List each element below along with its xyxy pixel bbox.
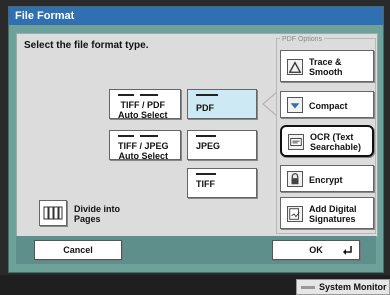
trace-line2: Smooth <box>309 67 343 77</box>
trace-line1: Trace & <box>309 57 342 67</box>
jpeg-button[interactable]: JPEG <box>187 130 257 160</box>
tiff-pdf-label-line2: Auto Select <box>118 110 168 120</box>
tiff-jpeg-label-line2: Auto Select <box>118 151 169 161</box>
jpeg-label: JPEG <box>196 141 221 151</box>
options-pointer-icon <box>262 92 277 116</box>
add-digital-signatures-button[interactable]: Add Digital Signatures <box>280 197 374 229</box>
pdf-strip-icon <box>196 94 236 98</box>
file-format-dialog: File Format Select the file format type.… <box>8 6 384 273</box>
cancel-button[interactable]: Cancel <box>34 240 122 260</box>
divide-line1: Divide into <box>74 204 121 214</box>
compact-label: Compact <box>309 101 348 111</box>
trace-smooth-icon <box>287 59 303 75</box>
signature-line2: Signatures <box>309 214 356 224</box>
ocr-line2: Searchable) <box>310 142 362 152</box>
tiff-strip-icon <box>196 173 236 177</box>
tiff-jpeg-label-line1: TIFF / JPEG <box>118 141 169 151</box>
divide-into-pages-button[interactable] <box>39 200 67 226</box>
encrypt-icon <box>287 171 303 187</box>
tiff-pdf-auto-select-button[interactable]: TIFF / PDF Auto Select <box>109 89 181 120</box>
content-panel: Select the file format type. TIFF / PDF … <box>16 33 378 237</box>
format-strip-icon <box>118 135 158 139</box>
tiff-pdf-label-line1: TIFF / PDF <box>120 100 166 110</box>
system-monitor-button[interactable]: System Monitor <box>296 279 390 295</box>
divide-into-pages-label: Divide into Pages <box>74 204 120 224</box>
compact-button[interactable]: Compact <box>280 91 374 118</box>
format-strip-icon <box>118 94 158 98</box>
pdf-button[interactable]: PDF <box>187 89 257 119</box>
signature-line1: Add Digital <box>309 204 357 214</box>
encrypt-label: Encrypt <box>309 175 343 185</box>
divide-pages-icon <box>43 206 63 220</box>
encrypt-button[interactable]: Encrypt <box>280 165 374 192</box>
pdf-label: PDF <box>196 103 214 113</box>
dialog-title: File Format <box>9 7 383 25</box>
tiff-label: TIFF <box>196 179 215 189</box>
trace-smooth-button[interactable]: Trace & Smooth <box>280 50 374 82</box>
ocr-icon <box>288 134 304 150</box>
pdf-options-title: PDF Options <box>280 36 325 43</box>
instruction-text: Select the file format type. <box>24 40 149 51</box>
tiff-button[interactable]: TIFF <box>187 168 257 198</box>
ok-button[interactable]: OK <box>272 240 360 260</box>
enter-icon <box>343 246 352 255</box>
divide-line2: Pages <box>74 214 101 224</box>
digital-signature-icon <box>287 206 303 222</box>
ocr-text-searchable-button[interactable]: OCR (Text Searchable) <box>280 125 374 157</box>
ok-label: OK <box>309 245 323 255</box>
ocr-line1: OCR (Text <box>310 132 354 142</box>
system-monitor-indicator-icon <box>301 286 315 289</box>
jpeg-strip-icon <box>196 135 236 139</box>
compact-icon <box>287 97 303 113</box>
tiff-jpeg-auto-select-button[interactable]: TIFF / JPEG Auto Select <box>109 130 181 161</box>
system-monitor-label: System Monitor <box>319 282 387 292</box>
screen-frame: File Format Select the file format type.… <box>0 0 390 275</box>
dialog-footer: Cancel OK <box>16 236 376 264</box>
